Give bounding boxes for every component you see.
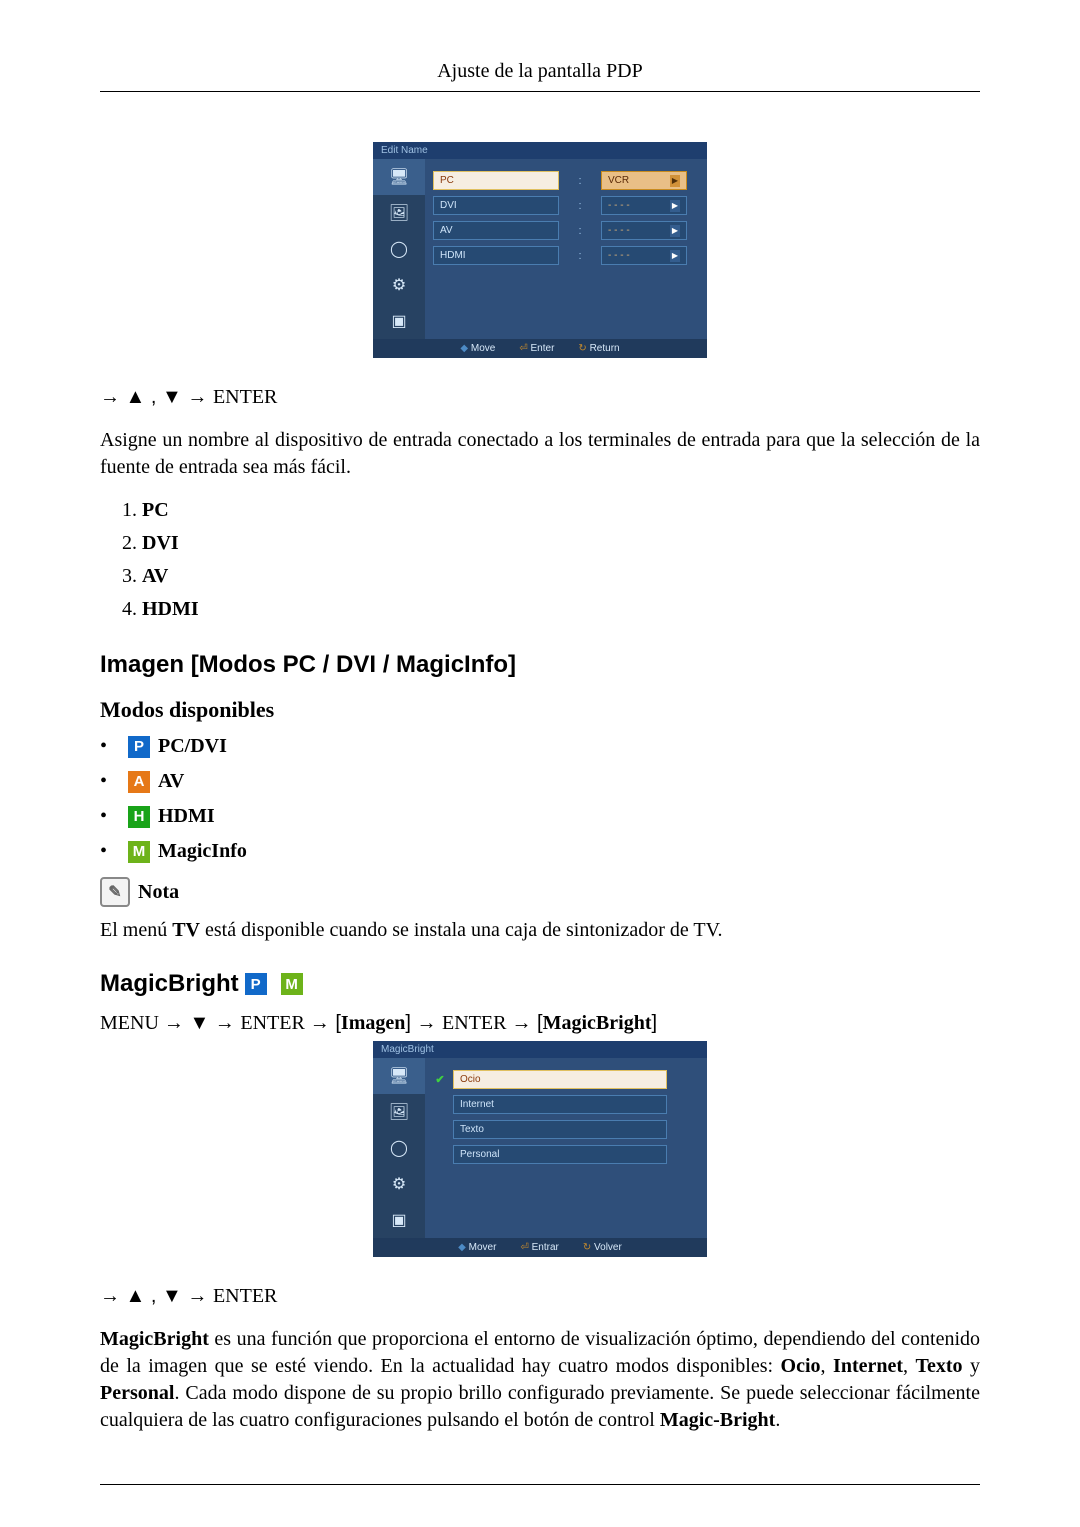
osd-mb-body: 🖥 🖼 ◯ ⚙ ▣ ✔ Ocio Internet Texto bbox=[373, 1058, 707, 1238]
check-placeholder bbox=[433, 1123, 447, 1137]
mode-list: P PC/DVI A AV H HDMI M MagicInfo bbox=[100, 735, 980, 863]
chevron-right-icon: ▶ bbox=[670, 200, 680, 212]
osd-row-value: - - - -▶ bbox=[601, 196, 687, 215]
osd-icon-sound: ◯ bbox=[373, 231, 425, 267]
menu-path: MENU → ▼ → ENTER → [Imagen] → ENTER → [M… bbox=[100, 1012, 980, 1035]
sub-heading-modos: Modos disponibles bbox=[100, 697, 980, 723]
osd-row-sep: : bbox=[577, 225, 583, 237]
chevron-right-icon: ▶ bbox=[670, 225, 680, 237]
osd-icon-multi: ▣ bbox=[373, 1202, 425, 1238]
osd-icon-setup: ⚙ bbox=[373, 1166, 425, 1202]
note-paragraph: El menú TV está disponible cuando se ins… bbox=[100, 917, 980, 944]
osd-side-icons: 🖥 🖼 ◯ ⚙ ▣ bbox=[373, 159, 425, 339]
chevron-right-icon: ▶ bbox=[670, 250, 680, 262]
osd-mb-title: MagicBright bbox=[373, 1041, 707, 1058]
osd-magicbright: MagicBright 🖥 🖼 ◯ ⚙ ▣ ✔ Ocio Internet bbox=[373, 1041, 707, 1257]
osd-edit-title: Edit Name bbox=[373, 142, 707, 159]
page: Ajuste de la pantalla PDP Edit Name 🖥 🖼 … bbox=[0, 0, 1080, 1525]
osd-row-value: VCR▶ bbox=[601, 171, 687, 190]
mode-badge-p-icon: P bbox=[245, 973, 267, 995]
osd-mb-rows: ✔ Ocio Internet Texto Personal bbox=[425, 1058, 707, 1238]
list-item: HDMI bbox=[142, 598, 980, 621]
osd-row-label: DVI bbox=[433, 196, 559, 215]
mode-item-magicinfo: M MagicInfo bbox=[100, 840, 980, 863]
osd-row: Internet bbox=[433, 1095, 699, 1114]
osd-help-return: Volver bbox=[583, 1242, 622, 1253]
osd-row-label: Ocio bbox=[453, 1070, 667, 1089]
osd-help-bar: Mover Entrar Volver bbox=[373, 1238, 707, 1257]
osd-row: HDMI : - - - -▶ bbox=[433, 246, 699, 265]
osd-help-move: Mover bbox=[458, 1242, 496, 1253]
list-item: PC bbox=[142, 499, 980, 522]
osd-edit-rows: PC : VCR▶ DVI : - - - -▶ AV : - - - -▶ H… bbox=[425, 159, 707, 339]
section-heading-imagen: Imagen [Modos PC / DVI / MagicInfo] bbox=[100, 651, 980, 679]
osd-icon-input: 🖥 bbox=[373, 159, 425, 195]
mode-item-hdmi: H HDMI bbox=[100, 805, 980, 828]
osd-row-value: - - - -▶ bbox=[601, 246, 687, 265]
osd-icon-picture: 🖼 bbox=[373, 1094, 425, 1130]
osd-row: Personal bbox=[433, 1145, 699, 1164]
mode-label: MagicInfo bbox=[158, 840, 247, 863]
osd-row: ✔ Ocio bbox=[433, 1070, 699, 1089]
osd-row: AV : - - - -▶ bbox=[433, 221, 699, 240]
mode-badge-a-icon: A bbox=[128, 771, 150, 793]
osd-icon-sound: ◯ bbox=[373, 1130, 425, 1166]
osd-row-sep: : bbox=[577, 200, 583, 212]
magicbright-paragraph: MagicBright es una función que proporcio… bbox=[100, 1326, 980, 1434]
osd-row-value: - - - -▶ bbox=[601, 221, 687, 240]
mode-item-av: A AV bbox=[100, 770, 980, 793]
page-title: Ajuste de la pantalla PDP bbox=[100, 60, 980, 83]
osd-help-enter: Entrar bbox=[520, 1242, 558, 1253]
mode-label: AV bbox=[158, 770, 184, 793]
osd-row-label: AV bbox=[433, 221, 559, 240]
osd-icon-setup: ⚙ bbox=[373, 267, 425, 303]
osd-help-bar: Move Enter Return bbox=[373, 339, 707, 358]
section-heading-magicbright: MagicBright P M bbox=[100, 970, 980, 998]
check-placeholder bbox=[433, 1148, 447, 1162]
mode-badge-m-icon: M bbox=[128, 841, 150, 863]
chevron-right-icon: ▶ bbox=[670, 175, 680, 187]
osd-row-label: PC bbox=[433, 171, 559, 190]
osd-icon-multi: ▣ bbox=[373, 303, 425, 339]
osd-row-label: Internet bbox=[453, 1095, 667, 1114]
osd-edit-name: Edit Name 🖥 🖼 ◯ ⚙ ▣ PC : VCR▶ DVI : - - … bbox=[373, 142, 707, 358]
osd-help-return: Return bbox=[578, 343, 619, 354]
mode-item-pcdvi: P PC/DVI bbox=[100, 735, 980, 758]
osd-icon-input: 🖥 bbox=[373, 1058, 425, 1094]
osd-row: Texto bbox=[433, 1120, 699, 1139]
top-rule bbox=[100, 91, 980, 92]
bottom-rule bbox=[100, 1484, 980, 1485]
osd-icon-picture: 🖼 bbox=[373, 195, 425, 231]
osd-row-sep: : bbox=[577, 250, 583, 262]
osd-row-label: Personal bbox=[453, 1145, 667, 1164]
note-heading: ✎ Nota bbox=[100, 877, 980, 907]
osd-row: PC : VCR▶ bbox=[433, 171, 699, 190]
nav-sequence: → ▲ , ▼ → ENTER bbox=[100, 386, 980, 409]
osd-row: DVI : - - - -▶ bbox=[433, 196, 699, 215]
mode-label: HDMI bbox=[158, 805, 215, 828]
check-placeholder bbox=[433, 1098, 447, 1112]
note-icon: ✎ bbox=[100, 877, 130, 907]
mode-badge-p-icon: P bbox=[128, 736, 150, 758]
check-icon: ✔ bbox=[433, 1073, 447, 1087]
osd-help-move: Move bbox=[460, 343, 495, 354]
list-item: AV bbox=[142, 565, 980, 588]
osd-row-sep: : bbox=[577, 175, 583, 187]
osd-edit-body: 🖥 🖼 ◯ ⚙ ▣ PC : VCR▶ DVI : - - - -▶ AV bbox=[373, 159, 707, 339]
osd-side-icons: 🖥 🖼 ◯ ⚙ ▣ bbox=[373, 1058, 425, 1238]
list-item: DVI bbox=[142, 532, 980, 555]
source-ordered-list: PC DVI AV HDMI bbox=[122, 499, 980, 621]
nav-sequence: → ▲ , ▼ → ENTER bbox=[100, 1285, 980, 1308]
osd-help-enter: Enter bbox=[519, 343, 554, 354]
osd-row-label: HDMI bbox=[433, 246, 559, 265]
mode-label: PC/DVI bbox=[158, 735, 227, 758]
mode-badge-h-icon: H bbox=[128, 806, 150, 828]
assign-name-paragraph: Asigne un nombre al dispositivo de entra… bbox=[100, 427, 980, 481]
mode-badge-m-icon: M bbox=[281, 973, 303, 995]
osd-row-label: Texto bbox=[453, 1120, 667, 1139]
